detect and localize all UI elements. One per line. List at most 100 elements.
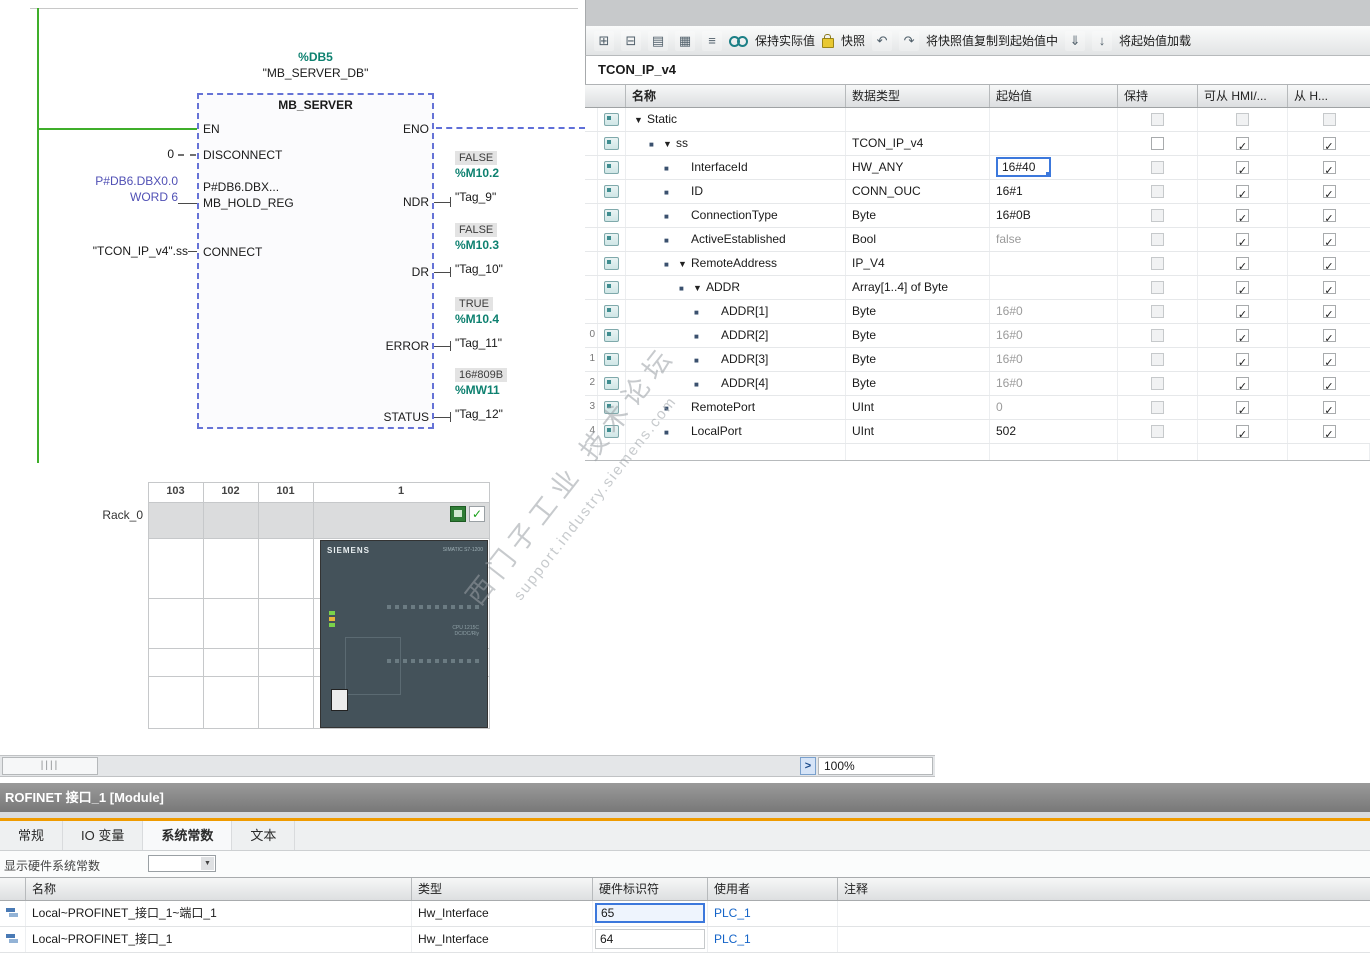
db-table-row[interactable]: ■ ▼ ss TCON_IP_v4	[585, 132, 1370, 156]
lock-icon[interactable]	[822, 33, 835, 48]
constant-name[interactable]: Local~PROFINET_接口_1	[26, 927, 412, 952]
selected-start-value[interactable]: 16#40	[996, 157, 1052, 177]
checkbox[interactable]	[1322, 208, 1336, 227]
constant-user[interactable]: PLC_1	[708, 901, 838, 926]
system-constant-row[interactable]: Local~PROFINET_接口_1~端口_1 Hw_Interface 65…	[0, 901, 1370, 927]
db-table-row[interactable]: ■ ActiveEstablished Bool false	[585, 228, 1370, 252]
checkbox[interactable]	[1236, 328, 1249, 347]
db-table-row[interactable]: 2 ■ ADDR[4] Byte 16#0	[585, 372, 1370, 396]
checkbox[interactable]	[1322, 280, 1336, 299]
copy-snapshot-icon[interactable]: ↶	[872, 30, 893, 51]
checkbox[interactable]	[1151, 401, 1164, 414]
zoom-value-field[interactable]: 100%	[818, 757, 933, 775]
monitor-all-icon[interactable]	[729, 35, 748, 47]
db-table-row[interactable]: 4 ■ LocalPort UInt 502	[585, 420, 1370, 444]
db-table-row[interactable]: 1 ■ ADDR[3] Byte 16#0	[585, 348, 1370, 372]
system-constant-row[interactable]: Local~PROFINET_接口_1 Hw_Interface 64 PLC_…	[0, 927, 1370, 953]
copy-snapshot-to-start-label[interactable]: 将快照值复制到起始值中	[926, 32, 1058, 49]
tab-常规[interactable]: 常规	[0, 821, 64, 850]
load-start-values-alt-icon[interactable]: ↓	[1092, 30, 1113, 51]
mb-server-block[interactable]	[197, 93, 434, 429]
collapse-members-icon[interactable]: ⊟	[621, 30, 641, 51]
db-instance[interactable]: %DB5	[197, 50, 434, 64]
tab-IO 变量[interactable]: IO 变量	[63, 821, 144, 850]
checkbox[interactable]	[1322, 328, 1336, 347]
checkbox[interactable]	[1236, 400, 1249, 419]
output-tag[interactable]: "Tag_11"	[455, 336, 502, 350]
output-tag[interactable]: "Tag_10"	[455, 262, 503, 276]
checkbox[interactable]	[1236, 376, 1249, 395]
hwid-field[interactable]: 65	[595, 903, 705, 923]
checkbox[interactable]	[1322, 424, 1336, 443]
checkbox[interactable]	[1322, 352, 1336, 371]
db-table-row[interactable]: ■ ID CONN_OUC 16#1	[585, 180, 1370, 204]
snapshot-label[interactable]: 快照	[841, 32, 865, 49]
checkbox[interactable]	[1236, 424, 1249, 443]
hwid-field[interactable]: 64	[595, 929, 705, 949]
checkbox[interactable]	[1236, 280, 1249, 299]
checkbox[interactable]	[1151, 305, 1164, 318]
db-table-row[interactable]: ■ ▼ ADDR Array[1..4] of Byte	[585, 276, 1370, 300]
checkbox[interactable]	[1322, 400, 1336, 419]
checkbox[interactable]	[1322, 160, 1336, 179]
checkbox[interactable]	[1151, 425, 1164, 438]
checkbox[interactable]	[1151, 329, 1164, 342]
checkbox[interactable]	[1322, 232, 1336, 251]
reset-start-values-icon[interactable]: ▦	[675, 30, 695, 51]
tab-系统常数[interactable]: 系统常数	[143, 821, 233, 850]
checkbox[interactable]	[1322, 256, 1336, 275]
checkbox[interactable]	[1236, 160, 1249, 179]
checkbox[interactable]	[1322, 376, 1336, 395]
checkbox[interactable]	[1151, 113, 1164, 126]
output-tag[interactable]: "Tag_12"	[455, 407, 503, 421]
checkbox[interactable]	[1322, 184, 1336, 203]
db-table-row[interactable]: ■ ▼ RemoteAddress IP_V4	[585, 252, 1370, 276]
operand-connect[interactable]: "TCON_IP_v4".ss	[58, 244, 188, 258]
scrollbar-handle[interactable]: ||||	[2, 757, 98, 775]
expand-members-icon[interactable]: ⊞	[594, 30, 614, 51]
db-table-row[interactable]: 0 ■ ADDR[2] Byte 16#0	[585, 324, 1370, 348]
checkbox[interactable]	[1322, 136, 1336, 155]
tab-文本[interactable]: 文本	[232, 821, 296, 850]
copy-snapshot-alt-icon[interactable]: ↷	[899, 30, 920, 51]
checkbox[interactable]	[1236, 352, 1249, 371]
load-start-values-label[interactable]: 将起始值加载	[1119, 32, 1191, 49]
filter-dropdown[interactable]	[148, 855, 216, 872]
checkbox[interactable]	[1236, 208, 1249, 227]
zoom-next-button[interactable]: >	[800, 757, 816, 775]
checkbox[interactable]	[1236, 136, 1249, 155]
checkbox[interactable]	[1151, 161, 1164, 174]
db-table-row[interactable]: ▼ Static	[585, 108, 1370, 132]
checkbox[interactable]	[1151, 281, 1164, 294]
db-table-empty-row[interactable]	[585, 444, 1370, 461]
constant-name[interactable]: Local~PROFINET_接口_1~端口_1	[26, 901, 412, 926]
checkbox[interactable]	[1236, 184, 1249, 203]
checkbox[interactable]	[1151, 185, 1164, 198]
db-table-row[interactable]: ■ ADDR[1] Byte 16#0	[585, 300, 1370, 324]
checkbox[interactable]	[1236, 232, 1249, 251]
checkbox[interactable]	[1151, 257, 1164, 270]
constant-user[interactable]: PLC_1	[708, 927, 838, 952]
operand-disconnect[interactable]: 0	[150, 147, 174, 161]
operand-pointer-word[interactable]: WORD 6	[84, 190, 178, 204]
keep-actual-values-label[interactable]: 保持实际值	[755, 32, 815, 49]
db-instance-name[interactable]: "MB_SERVER_DB"	[197, 66, 434, 80]
sort-icon[interactable]: ≡	[702, 30, 722, 51]
keep-actual-values-icon[interactable]: ▤	[648, 30, 668, 51]
db-table-row[interactable]: ■ ConnectionType Byte 16#0B	[585, 204, 1370, 228]
checkbox[interactable]	[1151, 377, 1164, 390]
checkbox[interactable]	[1151, 353, 1164, 366]
checkbox[interactable]	[1151, 209, 1164, 222]
operand-pointer[interactable]: P#DB6.DBX0.0	[84, 174, 178, 188]
checkbox[interactable]	[1151, 233, 1164, 246]
checkbox[interactable]	[1236, 256, 1249, 275]
load-start-values-icon[interactable]: ⇓	[1065, 30, 1086, 51]
checkbox[interactable]	[1236, 304, 1249, 323]
output-tag[interactable]: "Tag_9"	[455, 190, 496, 204]
checkbox[interactable]	[1236, 113, 1249, 126]
cpu-module-image[interactable]: SIEMENS SIMATIC S7-1200 CPU 1215C DC/DC/…	[320, 540, 488, 728]
db-table-row[interactable]: 3 ■ RemotePort UInt 0	[585, 396, 1370, 420]
checkbox[interactable]	[1151, 137, 1164, 150]
checkbox[interactable]	[1322, 113, 1336, 126]
db-table-row[interactable]: ■ InterfaceId HW_ANY 16#40	[585, 156, 1370, 180]
